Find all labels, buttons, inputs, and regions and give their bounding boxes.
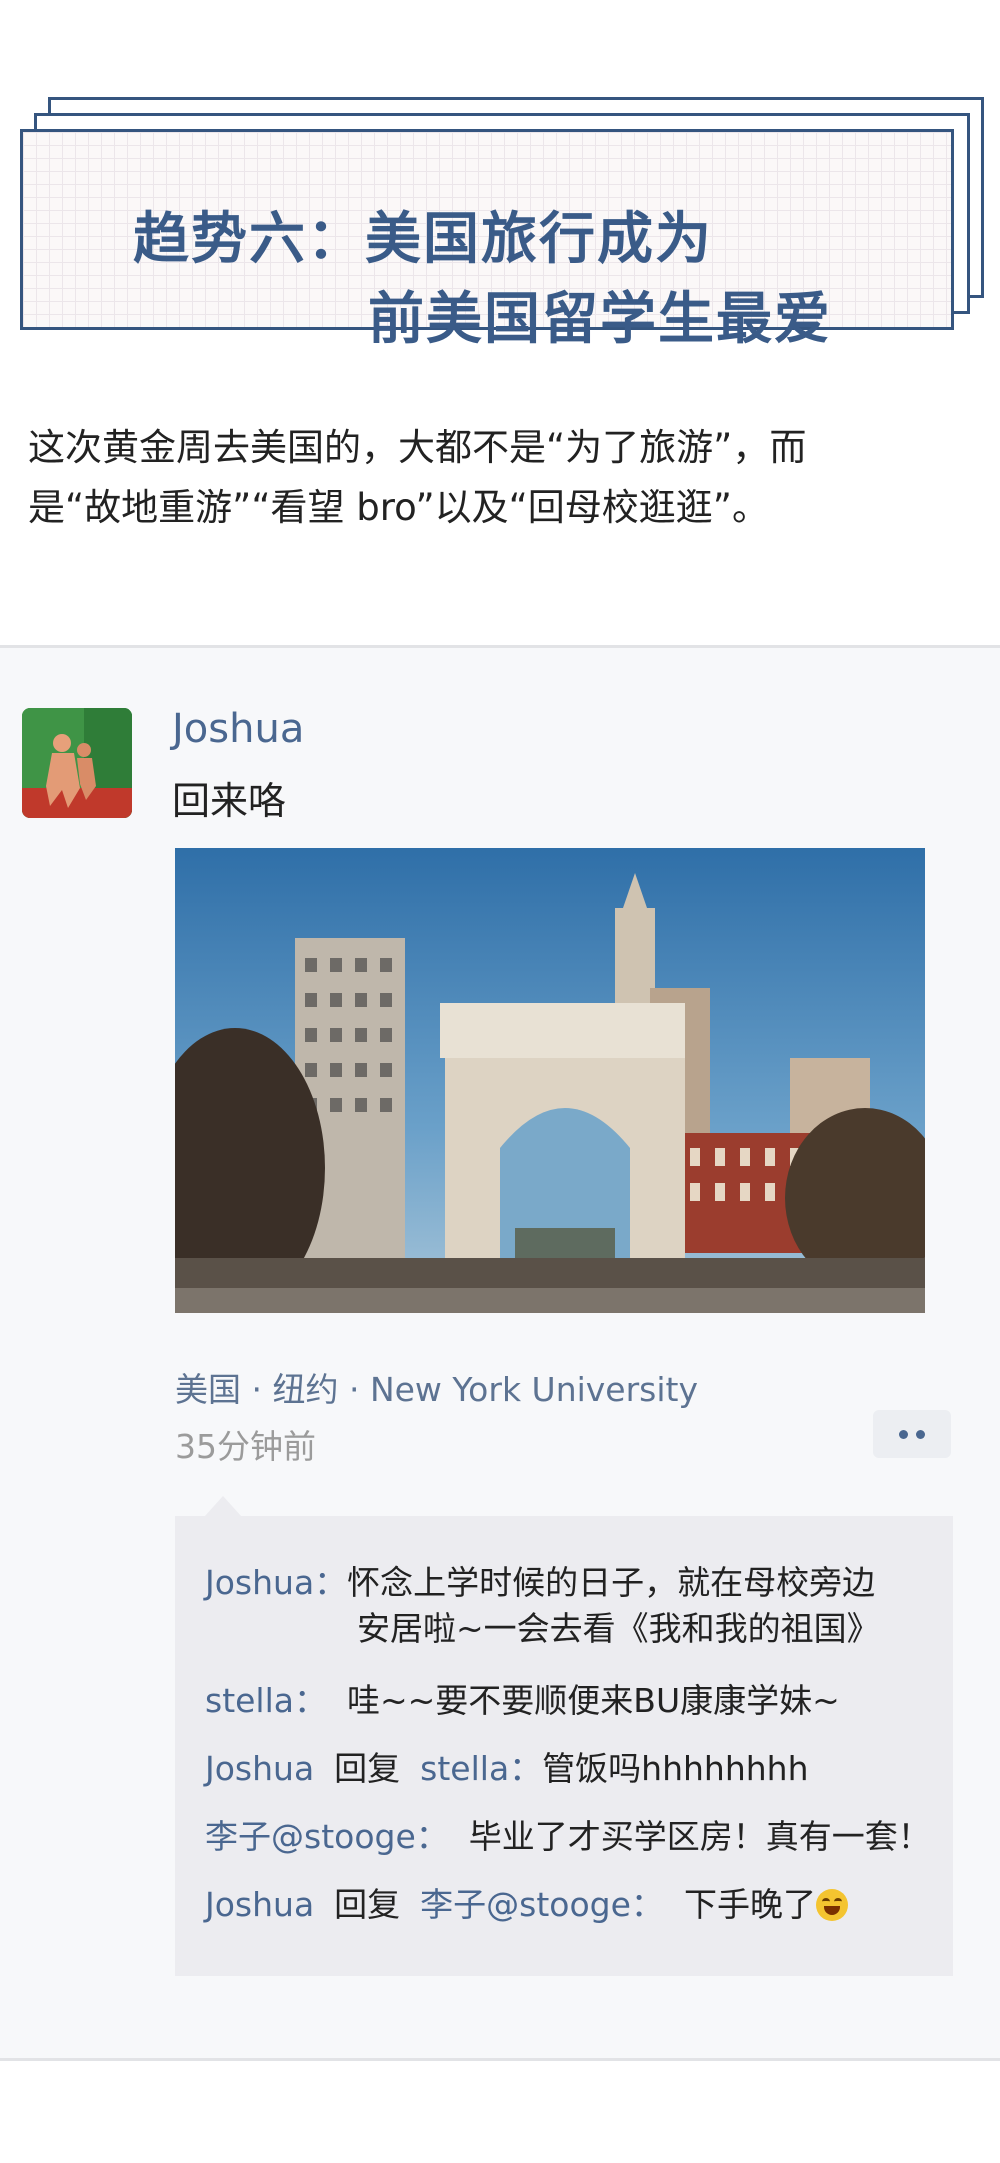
title-card: 趋势六：美国旅行成为 前美国留学生最爱	[20, 95, 984, 352]
dot-icon	[899, 1429, 908, 1439]
comment-author[interactable]: Joshua：	[205, 1563, 347, 1602]
washington-square-arch-image	[175, 848, 925, 1313]
comment-item[interactable]: Joshua 回复 李子@stooge： 下手晚了	[205, 1878, 848, 1926]
title-line-2: 前美国留学生最爱	[368, 287, 832, 352]
comment-author[interactable]: Joshua	[205, 1749, 314, 1788]
laughing-emoji-icon	[815, 1889, 848, 1921]
comment-author[interactable]: Joshua	[205, 1885, 314, 1924]
comment-text: 怀念上学时候的日子，就在母校旁边	[347, 1563, 876, 1602]
post-author-name[interactable]: Joshua	[172, 706, 304, 752]
avatar[interactable]	[22, 708, 132, 818]
comments-panel: Joshua：怀念上学时候的日子，就在母校旁边 安居啦~一会去看《我和我的祖国》…	[175, 1496, 953, 1976]
title-card-front-layer: 趋势六：美国旅行成为 前美国留学生最爱	[20, 129, 954, 352]
comment-text: 毕业了才买学区房！真有一套！	[468, 1817, 931, 1856]
comment-item[interactable]: stella： 哇~~要不要顺便来BU康康学妹~	[205, 1674, 840, 1722]
intro-paragraph: 这次黄金周去美国的，大都不是“为了旅游”，而 是“故地重游”“看望 bro”以及…	[28, 418, 968, 538]
comments-pointer	[205, 1496, 241, 1516]
post-photo[interactable]	[175, 848, 925, 1313]
dot-icon	[916, 1429, 925, 1439]
comment-text: 哇~~要不要顺便来BU康康学妹~	[347, 1681, 840, 1720]
comment-author[interactable]: 李子@stooge：	[205, 1817, 449, 1856]
comment-item[interactable]: Joshua 回复 stella：管饭吗hhhhhhhh	[205, 1742, 809, 1790]
comment-item-continued: 安居啦~一会去看《我和我的祖国》	[357, 1602, 880, 1650]
more-actions-button[interactable]	[873, 1410, 951, 1458]
avatar-illustration-icon	[22, 708, 132, 818]
moments-post: Joshua 回来咯 美国 · 纽约 · New York University…	[0, 645, 1000, 2061]
intro-line-1: 这次黄金周去美国的，大都不是“为了旅游”，而	[28, 426, 807, 469]
post-text: 回来咯	[172, 779, 287, 823]
post-location[interactable]: 美国 · 纽约 · New York University	[175, 1363, 698, 1411]
intro-line-2: 是“故地重游”“看望 bro”以及“回母校逛逛”。	[28, 486, 769, 529]
title-line-1: 趋势六：美国旅行成为	[133, 207, 713, 272]
post-time: 35分钟前	[175, 1427, 316, 1466]
comment-text: 安居啦~一会去看《我和我的祖国》	[357, 1609, 880, 1648]
reply-label: 回复	[334, 1885, 401, 1924]
comment-reply-target[interactable]: stella：	[420, 1749, 542, 1788]
reply-label: 回复	[334, 1749, 401, 1788]
comment-item[interactable]: Joshua：怀念上学时候的日子，就在母校旁边	[205, 1556, 875, 1604]
comment-item[interactable]: 李子@stooge： 毕业了才买学区房！真有一套！	[205, 1810, 931, 1858]
comment-text: 管饭吗hhhhhhhh	[542, 1749, 809, 1788]
comment-reply-target[interactable]: 李子@stooge：	[420, 1885, 664, 1924]
comment-text: 下手晚了	[683, 1885, 816, 1924]
comment-author[interactable]: stella：	[205, 1681, 327, 1720]
